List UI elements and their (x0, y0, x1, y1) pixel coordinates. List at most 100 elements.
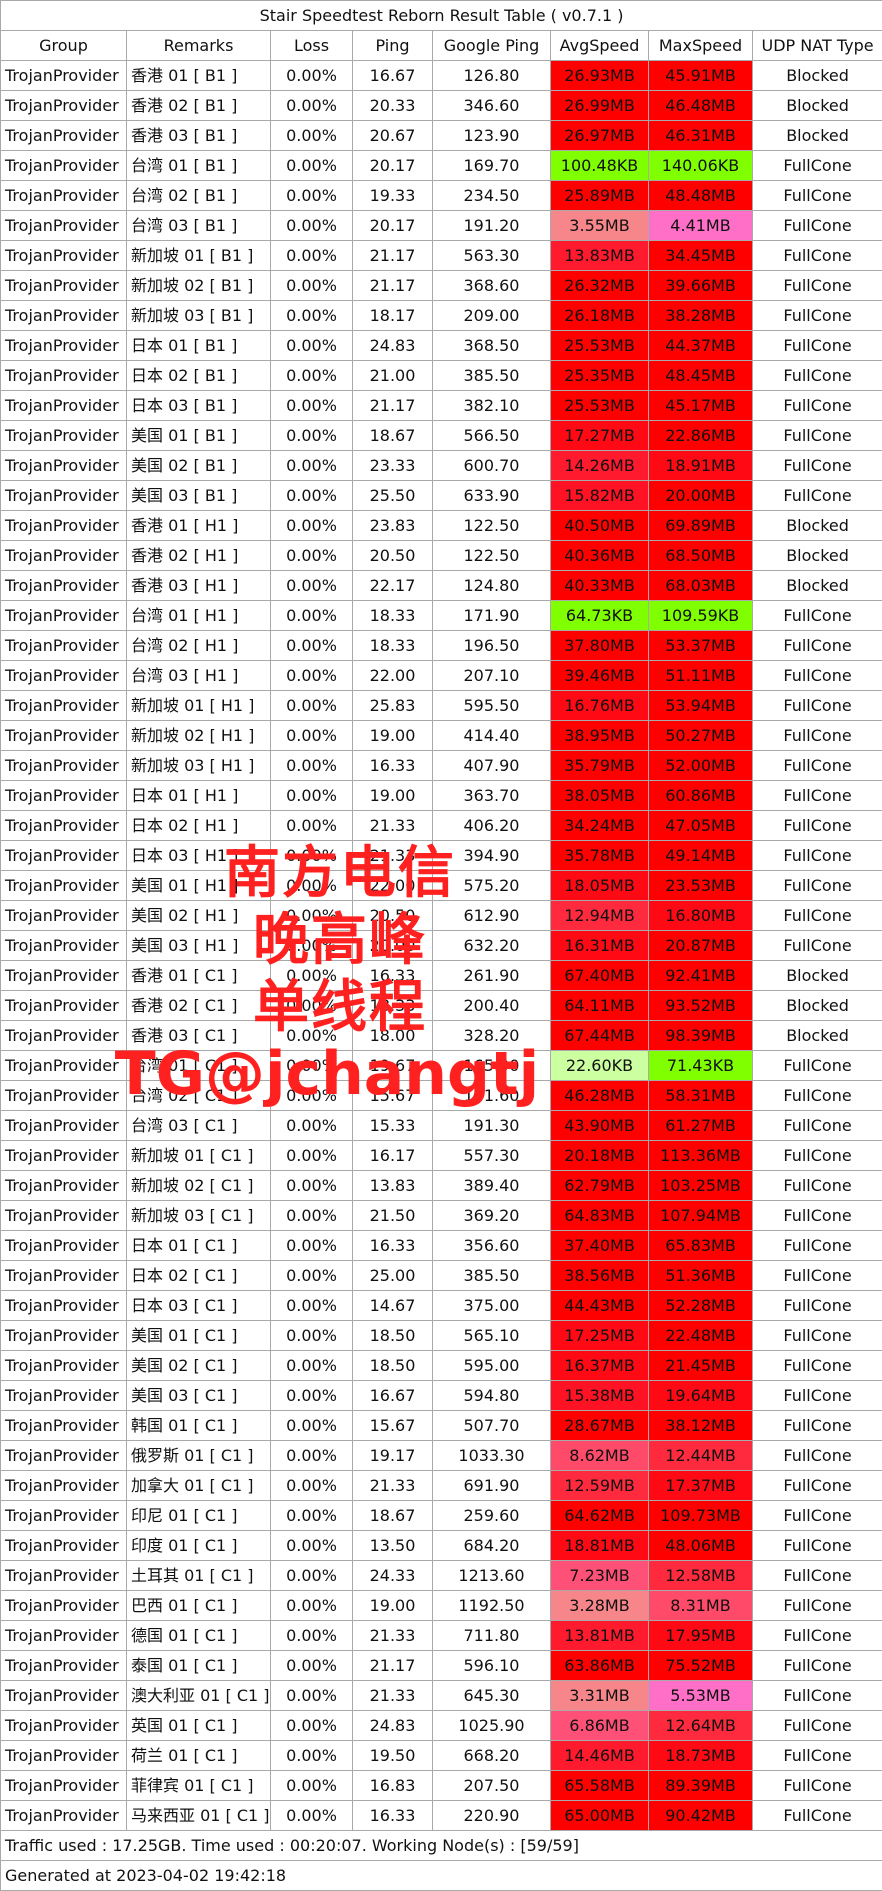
cell-max-speed: 45.91MB (649, 61, 753, 91)
cell-loss: 0.00% (271, 1741, 353, 1771)
cell-avg-speed: 25.53MB (551, 331, 649, 361)
cell-remarks: 英国 01 [ C1 ] (127, 1711, 271, 1741)
cell-group: TrojanProvider (1, 691, 127, 721)
cell-remarks: 马来西亚 01 [ C1 ] (127, 1801, 271, 1831)
table-row: TrojanProvider新加坡 02 [ B1 ]0.00%21.17368… (1, 271, 882, 301)
cell-ping: 18.33 (353, 631, 433, 661)
cell-max-speed: 113.36MB (649, 1141, 753, 1171)
cell-group: TrojanProvider (1, 541, 127, 571)
cell-max-speed: 60.86MB (649, 781, 753, 811)
cell-ping: 16.67 (353, 61, 433, 91)
cell-loss: 0.00% (271, 841, 353, 871)
cell-remarks: 巴西 01 [ C1 ] (127, 1591, 271, 1621)
cell-max-speed: 71.43KB (649, 1051, 753, 1081)
cell-avg-speed: 38.05MB (551, 781, 649, 811)
cell-remarks: 菲律宾 01 [ C1 ] (127, 1771, 271, 1801)
cell-remarks: 日本 02 [ H1 ] (127, 811, 271, 841)
cell-ping: 21.33 (353, 811, 433, 841)
cell-group: TrojanProvider (1, 1381, 127, 1411)
cell-google-ping: 171.90 (433, 601, 551, 631)
cell-ping: 19.50 (353, 1741, 433, 1771)
cell-google-ping: 407.90 (433, 751, 551, 781)
table-row: TrojanProvider台湾 01 [ H1 ]0.00%18.33171.… (1, 601, 882, 631)
cell-group: TrojanProvider (1, 1741, 127, 1771)
cell-google-ping: 368.50 (433, 331, 551, 361)
table-row: TrojanProvider马来西亚 01 [ C1 ]0.00%16.3322… (1, 1801, 882, 1831)
table-row: TrojanProvider台湾 03 [ B1 ]0.00%20.17191.… (1, 211, 882, 241)
cell-max-speed: 8.31MB (649, 1591, 753, 1621)
cell-loss: 0.00% (271, 1711, 353, 1741)
cell-avg-speed: 6.86MB (551, 1711, 649, 1741)
cell-group: TrojanProvider (1, 1711, 127, 1741)
cell-ping: 20.17 (353, 211, 433, 241)
cell-avg-speed: 100.48KB (551, 151, 649, 181)
table-row: TrojanProvider土耳其 01 [ C1 ]0.00%24.33121… (1, 1561, 882, 1591)
cell-remarks: 日本 02 [ C1 ] (127, 1261, 271, 1291)
cell-udp-nat-type: FullCone (753, 1651, 882, 1681)
cell-loss: 0.00% (271, 1081, 353, 1111)
cell-loss: 0.00% (271, 1591, 353, 1621)
cell-max-speed: 19.64MB (649, 1381, 753, 1411)
cell-udp-nat-type: FullCone (753, 181, 882, 211)
table-row: TrojanProvider新加坡 02 [ C1 ]0.00%13.83389… (1, 1171, 882, 1201)
cell-loss: 0.00% (271, 241, 353, 271)
cell-remarks: 香港 01 [ C1 ] (127, 961, 271, 991)
cell-ping: 19.00 (353, 721, 433, 751)
col-header-udp-nat-type: UDP NAT Type (753, 31, 882, 61)
cell-avg-speed: 38.95MB (551, 721, 649, 751)
cell-udp-nat-type: FullCone (753, 1171, 882, 1201)
cell-google-ping: 711.80 (433, 1621, 551, 1651)
cell-udp-nat-type: FullCone (753, 661, 882, 691)
cell-ping: 21.17 (353, 241, 433, 271)
cell-udp-nat-type: Blocked (753, 991, 882, 1021)
cell-avg-speed: 14.46MB (551, 1741, 649, 1771)
cell-udp-nat-type: FullCone (753, 631, 882, 661)
cell-avg-speed: 13.83MB (551, 241, 649, 271)
table-row: TrojanProvider香港 02 [ C1 ]0.00%18.33200.… (1, 991, 882, 1021)
cell-loss: 0.00% (271, 571, 353, 601)
table-row: TrojanProvider泰国 01 [ C1 ]0.00%21.17596.… (1, 1651, 882, 1681)
cell-max-speed: 140.06KB (649, 151, 753, 181)
cell-google-ping: 122.50 (433, 541, 551, 571)
cell-group: TrojanProvider (1, 961, 127, 991)
cell-group: TrojanProvider (1, 1771, 127, 1801)
table-row: TrojanProvider香港 03 [ B1 ]0.00%20.67123.… (1, 121, 882, 151)
cell-max-speed: 109.73MB (649, 1501, 753, 1531)
cell-group: TrojanProvider (1, 1651, 127, 1681)
cell-ping: 21.00 (353, 361, 433, 391)
cell-udp-nat-type: Blocked (753, 91, 882, 121)
cell-udp-nat-type: FullCone (753, 1261, 882, 1291)
cell-ping: 21.50 (353, 1201, 433, 1231)
cell-udp-nat-type: FullCone (753, 211, 882, 241)
table-row: TrojanProvider台湾 03 [ C1 ]0.00%15.33191.… (1, 1111, 882, 1141)
table-row: TrojanProvider美国 02 [ C1 ]0.00%18.50595.… (1, 1351, 882, 1381)
cell-google-ping: 389.40 (433, 1171, 551, 1201)
cell-remarks: 泰国 01 [ C1 ] (127, 1651, 271, 1681)
cell-loss: 0.00% (271, 301, 353, 331)
cell-group: TrojanProvider (1, 511, 127, 541)
cell-loss: 0.00% (271, 541, 353, 571)
cell-udp-nat-type: Blocked (753, 541, 882, 571)
cell-max-speed: 48.06MB (649, 1531, 753, 1561)
cell-udp-nat-type: FullCone (753, 871, 882, 901)
cell-ping: 16.33 (353, 1801, 433, 1831)
cell-remarks: 台湾 02 [ C1 ] (127, 1081, 271, 1111)
table-row: TrojanProvider日本 01 [ B1 ]0.00%24.83368.… (1, 331, 882, 361)
table-body: TrojanProvider香港 01 [ B1 ]0.00%16.67126.… (1, 61, 882, 1831)
cell-max-speed: 89.39MB (649, 1771, 753, 1801)
cell-ping: 21.17 (353, 271, 433, 301)
cell-loss: 0.00% (271, 1621, 353, 1651)
cell-loss: 0.00% (271, 1291, 353, 1321)
table-row: TrojanProvider俄罗斯 01 [ C1 ]0.00%19.17103… (1, 1441, 882, 1471)
table-row: TrojanProvider香港 01 [ B1 ]0.00%16.67126.… (1, 61, 882, 91)
cell-ping: 23.33 (353, 451, 433, 481)
cell-max-speed: 12.44MB (649, 1441, 753, 1471)
table-row: TrojanProvider美国 03 [ H1 ]0.00%20.00632.… (1, 931, 882, 961)
cell-avg-speed: 13.81MB (551, 1621, 649, 1651)
col-header-google-ping: Google Ping (433, 31, 551, 61)
cell-avg-speed: 3.55MB (551, 211, 649, 241)
cell-max-speed: 17.37MB (649, 1471, 753, 1501)
cell-udp-nat-type: FullCone (753, 1381, 882, 1411)
cell-udp-nat-type: Blocked (753, 571, 882, 601)
cell-google-ping: 595.00 (433, 1351, 551, 1381)
